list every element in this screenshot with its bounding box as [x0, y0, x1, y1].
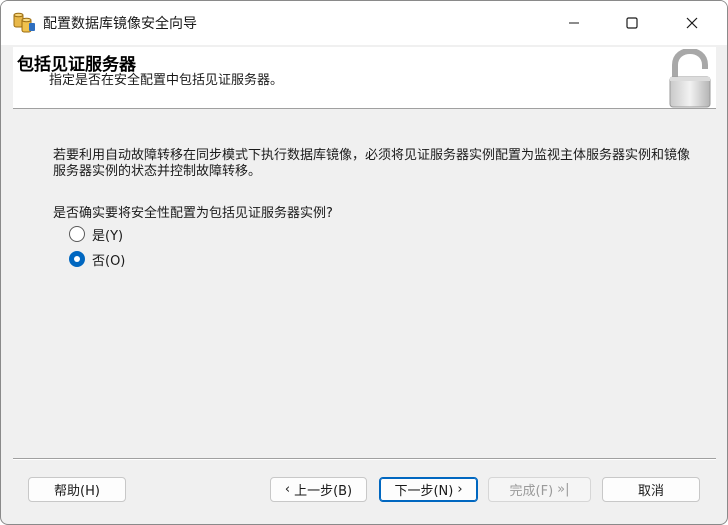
radio-label-yes: 是(Y) — [92, 228, 124, 244]
radio-button-no[interactable] — [69, 251, 85, 267]
wizard-window: 配置数据库镜像安全向导 包括见证服务器 指定是否在安全配置中包括见证服务器。 若… — [0, 0, 728, 525]
description-text: 若要利用自动故障转移在同步模式下执行数据库镜像，必须将见证服务器实例配置为监视主… — [53, 148, 691, 179]
footer-separator — [13, 458, 716, 460]
cancel-button-label: 取消 — [637, 484, 664, 499]
minimize-icon — [569, 22, 579, 24]
page-subtitle: 指定是否在安全配置中包括见证服务器。 — [49, 73, 284, 88]
help-button-label: 帮助(H) — [54, 484, 100, 499]
cancel-button[interactable]: 取消 — [602, 477, 700, 502]
chevron-right-icon: › — [457, 482, 463, 497]
radio-button-yes[interactable] — [69, 226, 85, 242]
chevron-left-icon: ‹ — [284, 482, 291, 497]
database-mirroring-icon — [13, 12, 35, 33]
minimize-button[interactable] — [545, 1, 603, 45]
next-button[interactable]: 下一步(N) › — [379, 477, 478, 502]
next-button-label: 下一步(N) — [394, 484, 454, 499]
close-icon — [686, 17, 698, 29]
question-text: 是否确实要将安全性配置为包括见证服务器实例? — [53, 206, 333, 221]
window-title: 配置数据库镜像安全向导 — [43, 16, 197, 32]
maximize-icon — [626, 17, 638, 29]
maximize-button[interactable] — [603, 1, 661, 45]
back-button[interactable]: ‹ 上一步(B) — [270, 477, 367, 502]
finish-button-label: 完成(F) — [509, 484, 554, 499]
help-button[interactable]: 帮助(H) — [28, 477, 126, 502]
radio-option-yes[interactable]: 是(Y) — [69, 224, 123, 244]
radio-label-no: 否(O) — [92, 253, 126, 269]
skip-to-end-icon: »| — [557, 482, 570, 497]
back-button-label: 上一步(B) — [294, 484, 353, 499]
close-button[interactable] — [663, 1, 721, 45]
finish-button[interactable]: 完成(F) »| — [488, 477, 591, 502]
title-bar: 配置数据库镜像安全向导 — [1, 1, 727, 45]
header-banner: 包括见证服务器 指定是否在安全配置中包括见证服务器。 — [13, 47, 716, 109]
radio-option-no[interactable]: 否(O) — [69, 249, 125, 269]
open-padlock-icon — [669, 49, 711, 108]
